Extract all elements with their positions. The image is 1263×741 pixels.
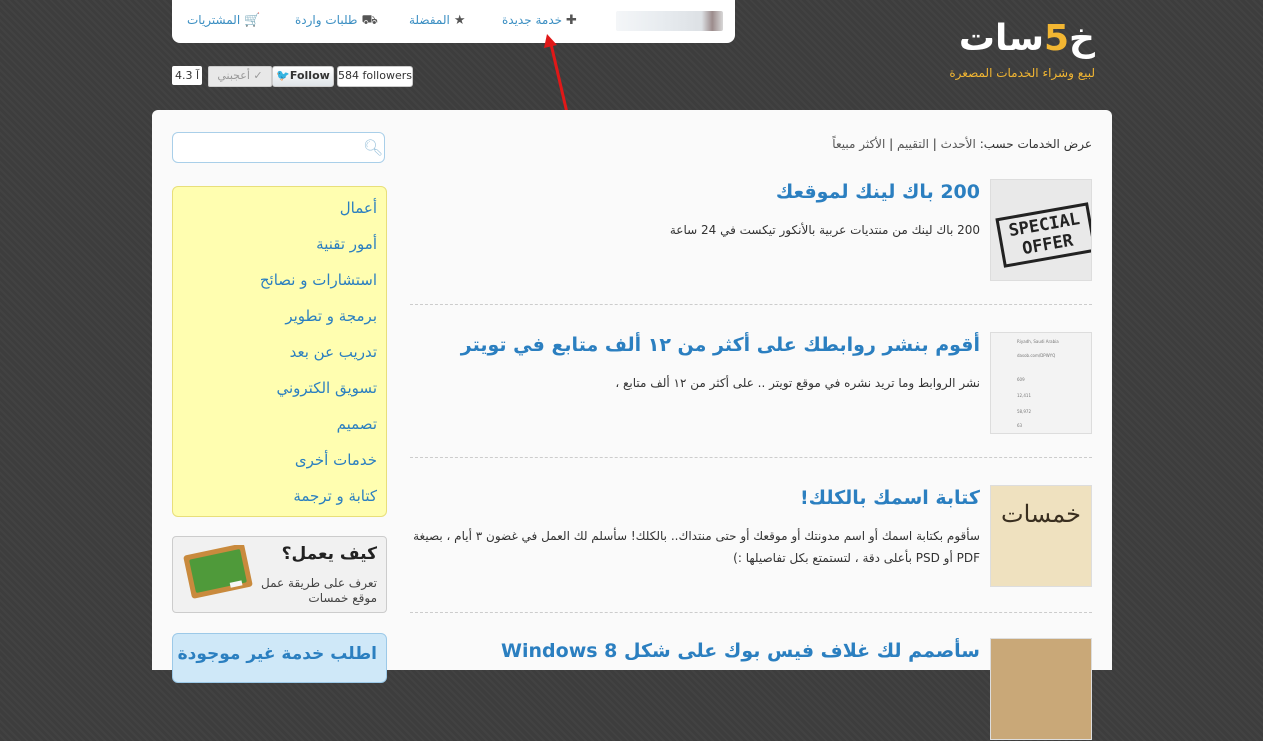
service-item: Riyadh, Saudi Arabia dasob.com/DPWYQ 609… xyxy=(410,332,1092,435)
sort-bar: عرض الخدمات حسب: الأحدث | التقييم | الأك… xyxy=(832,137,1092,151)
category-link[interactable]: أمور تقنية xyxy=(316,235,377,253)
sort-newest[interactable]: الأحدث xyxy=(941,137,976,151)
service-thumbnail[interactable]: SPECIAL OFFER xyxy=(990,179,1092,281)
logo-name-end: سات xyxy=(958,18,1045,59)
category-link[interactable]: خدمات أخرى xyxy=(295,451,377,469)
request-service-title: اطلب خدمة غير موجودة xyxy=(177,644,377,664)
categories-list: أعمال أمور تقنية استشارات و نصائح برمجة … xyxy=(172,186,387,517)
sort-label: عرض الخدمات حسب: xyxy=(979,137,1092,151)
search-input[interactable] xyxy=(181,133,365,163)
service-title[interactable]: كتابة اسمك بالكلك! xyxy=(800,487,980,509)
twitter-bird-icon: 🐦 xyxy=(276,69,290,82)
cart-icon: 🛒 xyxy=(244,13,261,28)
category-link[interactable]: تصميم xyxy=(337,415,377,433)
divider xyxy=(410,612,1092,613)
main-panel: 🔍︎ أعمال أمور تقنية استشارات و نصائح برم… xyxy=(152,110,1112,740)
category-link[interactable]: برمجة و تطوير xyxy=(285,307,377,325)
category-link[interactable]: أعمال xyxy=(340,199,377,217)
category-link[interactable]: تدريب عن بعد xyxy=(290,343,377,361)
search-icon[interactable]: 🔍︎ xyxy=(363,138,383,157)
truck-icon: ⛟ xyxy=(361,13,378,28)
request-service-box[interactable]: اطلب خدمة غير موجودة xyxy=(172,633,387,683)
category-link[interactable]: كتابة و ترجمة xyxy=(293,487,377,505)
user-avatar-blurred[interactable] xyxy=(616,11,723,31)
service-title[interactable]: 200 باك لينك لموقعك xyxy=(776,181,980,203)
how-it-works-box[interactable]: كيف يعمل؟ تعرف على طريقة عمل موقع خمسات xyxy=(172,536,387,613)
nav-incoming-orders[interactable]: ⛟طلبات واردة xyxy=(295,13,378,30)
service-desc: سأقوم بكتابة اسمك أو اسم مدونتك أو موقعك… xyxy=(413,529,980,565)
site-logo[interactable]: خ5سات لبيع وشراء الخدمات المصغرة xyxy=(925,18,1096,88)
service-item: SPECIAL OFFER 200 باك لينك لموقعك 200 با… xyxy=(410,179,1092,282)
divider xyxy=(410,304,1092,305)
service-title[interactable]: سأصمم لك غلاف فيس بوك على شكل Windows 8 xyxy=(501,640,980,662)
service-thumbnail[interactable]: خمسات xyxy=(990,485,1092,587)
how-it-works-desc: تعرف على طريقة عمل موقع خمسات xyxy=(261,576,377,605)
chalkboard-icon xyxy=(183,545,253,599)
service-title[interactable]: أقوم بنشر روابطك على أكثر من ١٢ ألف متاب… xyxy=(461,334,980,356)
service-thumbnail[interactable]: Riyadh, Saudi Arabia dasob.com/DPWYQ 609… xyxy=(990,332,1092,434)
logo-name-digit: 5 xyxy=(1043,18,1070,59)
nav-new-service[interactable]: ✚خدمة جديدة xyxy=(502,13,577,28)
twitter-follow-button[interactable]: 🐦Follow xyxy=(272,66,334,87)
like-button[interactable]: ✓ أعجبني xyxy=(208,66,272,87)
sort-bestselling[interactable]: الأكثر مبيعاً xyxy=(832,137,885,151)
nav-favorites[interactable]: ★المفضلة xyxy=(409,13,465,28)
nav-purchases[interactable]: 🛒المشتريات xyxy=(187,13,260,28)
divider xyxy=(410,457,1092,458)
star-icon: ★ xyxy=(453,13,466,28)
how-it-works-title: كيف يعمل؟ xyxy=(281,544,377,564)
service-item: سأصمم لك غلاف فيس بوك على شكل Windows 8 xyxy=(410,638,1092,741)
search-box: 🔍︎ xyxy=(172,132,385,163)
category-link[interactable]: تسويق الكتروني xyxy=(276,379,377,397)
plus-icon: ✚ xyxy=(566,13,577,28)
followers-count: 584 followers xyxy=(337,66,413,87)
logo-name-start: خ xyxy=(1069,18,1096,59)
service-desc: 200 باك لينك من منتديات عربية بالأنكور ت… xyxy=(669,223,980,237)
service-item: خمسات كتابة اسمك بالكلك! سأقوم بكتابة اس… xyxy=(410,485,1092,588)
sort-rating[interactable]: التقييم xyxy=(897,137,929,151)
category-link[interactable]: استشارات و نصائح xyxy=(260,271,377,289)
logo-tagline: لبيع وشراء الخدمات المصغرة xyxy=(949,66,1095,80)
top-nav: 🛒المشتريات ⛟طلبات واردة ★المفضلة ✚خدمة ج… xyxy=(172,0,735,43)
rating-counter: 4.3 آ xyxy=(172,66,202,85)
service-desc: نشر الروابط وما تريد نشره في موقع تويتر … xyxy=(615,376,980,390)
service-thumbnail[interactable] xyxy=(990,638,1092,740)
